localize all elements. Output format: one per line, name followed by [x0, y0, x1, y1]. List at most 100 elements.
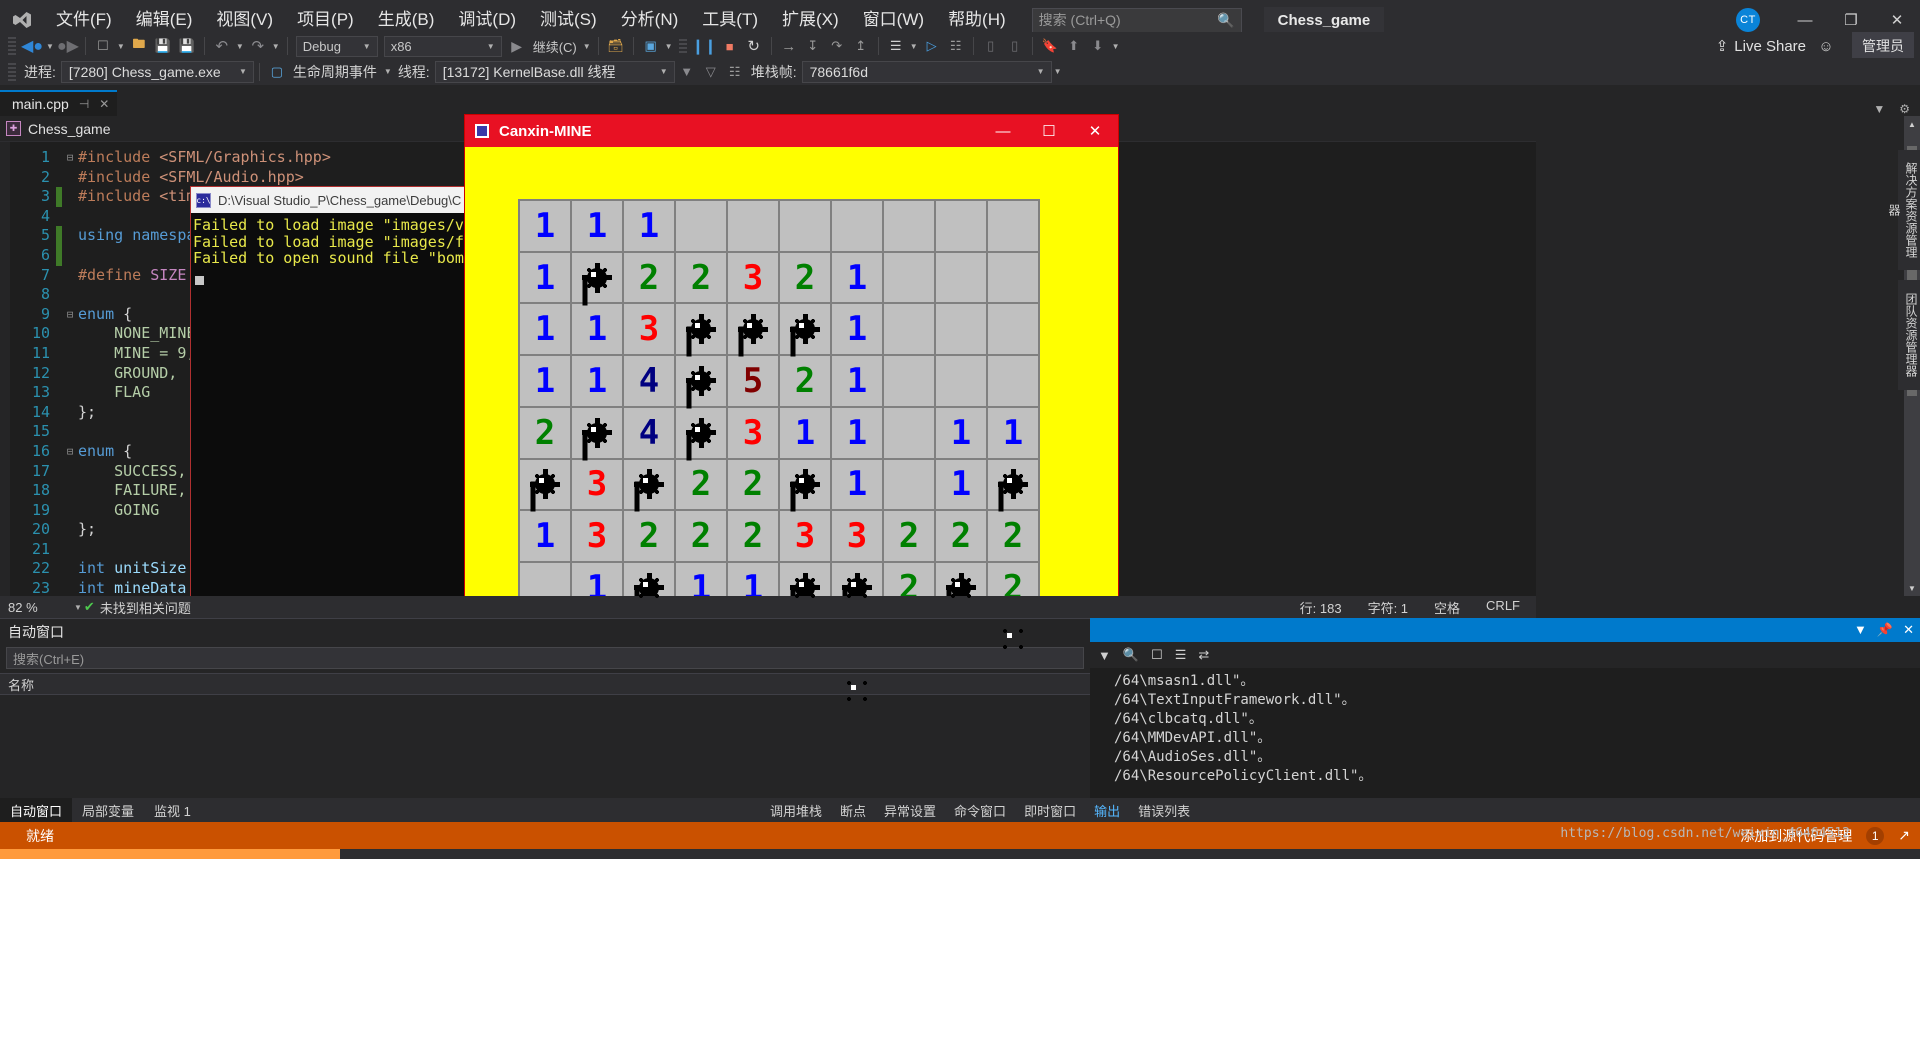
board-cell[interactable]: [676, 407, 726, 458]
procbar-grip[interactable]: [8, 62, 16, 81]
close-icon[interactable]: ✕: [99, 97, 109, 111]
undo-icon[interactable]: ↶: [211, 35, 233, 57]
output-source-chevron-icon[interactable]: ▼: [1098, 648, 1111, 663]
break-all-icon[interactable]: ❙❙: [692, 35, 717, 57]
output-find-icon[interactable]: 🔍: [1123, 647, 1139, 663]
tab-exception-settings[interactable]: 异常设置: [884, 801, 936, 820]
scroll-up-icon[interactable]: ▲: [1904, 116, 1920, 132]
output-toggle-wordwrap-icon[interactable]: ☰: [1175, 647, 1187, 663]
board-cell[interactable]: [780, 459, 830, 510]
output-panel-pin-icon[interactable]: 📌: [1877, 622, 1893, 638]
redo-chevron-icon[interactable]: ▼: [272, 42, 280, 51]
board-cell[interactable]: [884, 459, 934, 510]
board-cell[interactable]: [780, 304, 830, 355]
select-element-icon[interactable]: ▷: [921, 35, 943, 57]
board-cell[interactable]: 1: [832, 407, 882, 458]
process-combo[interactable]: [7280] Chess_game.exe ▼: [60, 60, 254, 83]
board-cell[interactable]: 2: [728, 511, 778, 561]
lifecycle-events-icon[interactable]: ▢: [266, 61, 288, 83]
board-cell[interactable]: 2: [624, 252, 674, 303]
live-visual-tree-icon[interactable]: ☷: [945, 35, 967, 57]
attach-process-icon[interactable]: 🗃: [605, 35, 627, 57]
board-cell[interactable]: 1: [520, 201, 570, 251]
show-next-statement-icon[interactable]: →: [778, 35, 800, 57]
board-cell[interactable]: 3: [780, 511, 830, 561]
zoom-level[interactable]: 82 %: [0, 600, 72, 615]
game-close-button[interactable]: ✕: [1072, 115, 1118, 147]
board-cell[interactable]: 4: [624, 407, 674, 458]
board-cell[interactable]: [624, 459, 674, 510]
fold-toggle-icon[interactable]: ⊟: [62, 148, 78, 168]
editor-indicator-margin[interactable]: [0, 142, 10, 596]
board-cell[interactable]: [884, 252, 934, 303]
tab-breakpoints[interactable]: 断点: [840, 801, 866, 820]
stackframe-combo[interactable]: 78661f6d ▼: [801, 60, 1052, 83]
board-cell[interactable]: 2: [676, 511, 726, 561]
navigate-backward-icon[interactable]: ◀●: [21, 35, 43, 57]
console-title-bar[interactable]: c:\ D:\Visual Studio_P\Chess_game\Debug\…: [191, 187, 465, 213]
board-cell[interactable]: [832, 201, 882, 251]
editor-project-scope[interactable]: Chess_game: [28, 121, 111, 137]
tab-autos[interactable]: 自动窗口: [0, 797, 73, 823]
output-panel-chevron-icon[interactable]: ▼: [1854, 622, 1867, 638]
output-goto-icon[interactable]: ⇄: [1198, 647, 1209, 663]
board-cell[interactable]: 2: [936, 511, 986, 561]
board-cell[interactable]: 1: [572, 201, 622, 251]
autos-column-header-name[interactable]: 名称: [0, 673, 1090, 695]
tab-error-list[interactable]: 错误列表: [1138, 801, 1190, 820]
new-project-chevron-icon[interactable]: ▼: [117, 42, 125, 51]
board-cell[interactable]: [572, 252, 622, 303]
board-cell[interactable]: 2: [676, 252, 726, 303]
avatar[interactable]: CT: [1736, 8, 1760, 32]
save-icon[interactable]: 💾: [152, 35, 174, 57]
share-session-icon[interactable]: ☺: [1815, 35, 1837, 57]
step-into-icon[interactable]: ↧: [802, 35, 824, 57]
show-window-icon[interactable]: ▣: [640, 35, 662, 57]
output-panel[interactable]: ▼ 📌 ✕ ▼ 🔍 ☐ ☰ ⇄ /64\msasn1.dll"。 /64\Text…: [1090, 618, 1920, 798]
status-expand-icon[interactable]: ↗: [1898, 827, 1910, 844]
board-cell[interactable]: 2: [988, 511, 1038, 561]
board-cell[interactable]: [884, 201, 934, 251]
navigate-forward-icon[interactable]: ●▶: [57, 35, 79, 57]
board-cell[interactable]: [780, 201, 830, 251]
tab-call-stack[interactable]: 调用堆栈: [770, 801, 822, 820]
issues-label[interactable]: 未找到相关问题: [100, 598, 191, 617]
board-cell[interactable]: 3: [832, 511, 882, 561]
tab-output[interactable]: 输出: [1094, 801, 1120, 820]
board-cell[interactable]: [988, 356, 1038, 406]
restart-icon[interactable]: ↻: [743, 35, 765, 57]
board-cell[interactable]: 1: [520, 252, 570, 303]
bookmark-icon[interactable]: 🔖: [1039, 35, 1061, 57]
tab-list-chevron-icon[interactable]: ▼: [1873, 102, 1885, 116]
tab-watch-1[interactable]: 监视 1: [144, 798, 201, 823]
game-maximize-button[interactable]: ☐: [1026, 115, 1072, 147]
board-cell[interactable]: [988, 459, 1038, 510]
board-cell[interactable]: 1: [936, 407, 986, 458]
board-cell[interactable]: 2: [520, 407, 570, 458]
game-title-bar[interactable]: Canxin-MINE — ☐ ✕: [465, 115, 1118, 147]
output-panel-close-icon[interactable]: ✕: [1903, 622, 1914, 638]
board-cell[interactable]: [676, 356, 726, 406]
board-cell[interactable]: 2: [624, 511, 674, 561]
board-cell[interactable]: 1: [572, 304, 622, 355]
scroll-down-icon[interactable]: ▼: [1904, 580, 1920, 596]
tab-main-cpp[interactable]: main.cpp ⊣ ✕: [0, 90, 118, 116]
board-cell[interactable]: [936, 304, 986, 355]
live-share-button[interactable]: ⇪ Live Share: [1708, 37, 1814, 56]
line-ending[interactable]: CRLF: [1486, 598, 1520, 617]
autos-search-input[interactable]: 搜索(Ctrl+E): [6, 647, 1084, 669]
board-cell[interactable]: 3: [572, 511, 622, 561]
save-all-icon[interactable]: 💾: [176, 35, 198, 57]
show-window-chevron-icon[interactable]: ▼: [665, 42, 673, 51]
board-cell[interactable]: [988, 252, 1038, 303]
solution-explorer-tab[interactable]: 解决方案资源管理器: [1887, 150, 1920, 270]
board-cell[interactable]: 1: [832, 459, 882, 510]
board-cell[interactable]: [676, 304, 726, 355]
diagnostics-icon[interactable]: ☰: [885, 35, 907, 57]
board-cell[interactable]: [676, 201, 726, 251]
filter-threads-icon[interactable]: ☷: [724, 61, 746, 83]
board-cell[interactable]: [936, 201, 986, 251]
thread-combo[interactable]: [13172] KernelBase.dll 线程 ▼: [434, 60, 675, 83]
board-cell[interactable]: [988, 304, 1038, 355]
game-minimize-button[interactable]: —: [980, 115, 1026, 147]
